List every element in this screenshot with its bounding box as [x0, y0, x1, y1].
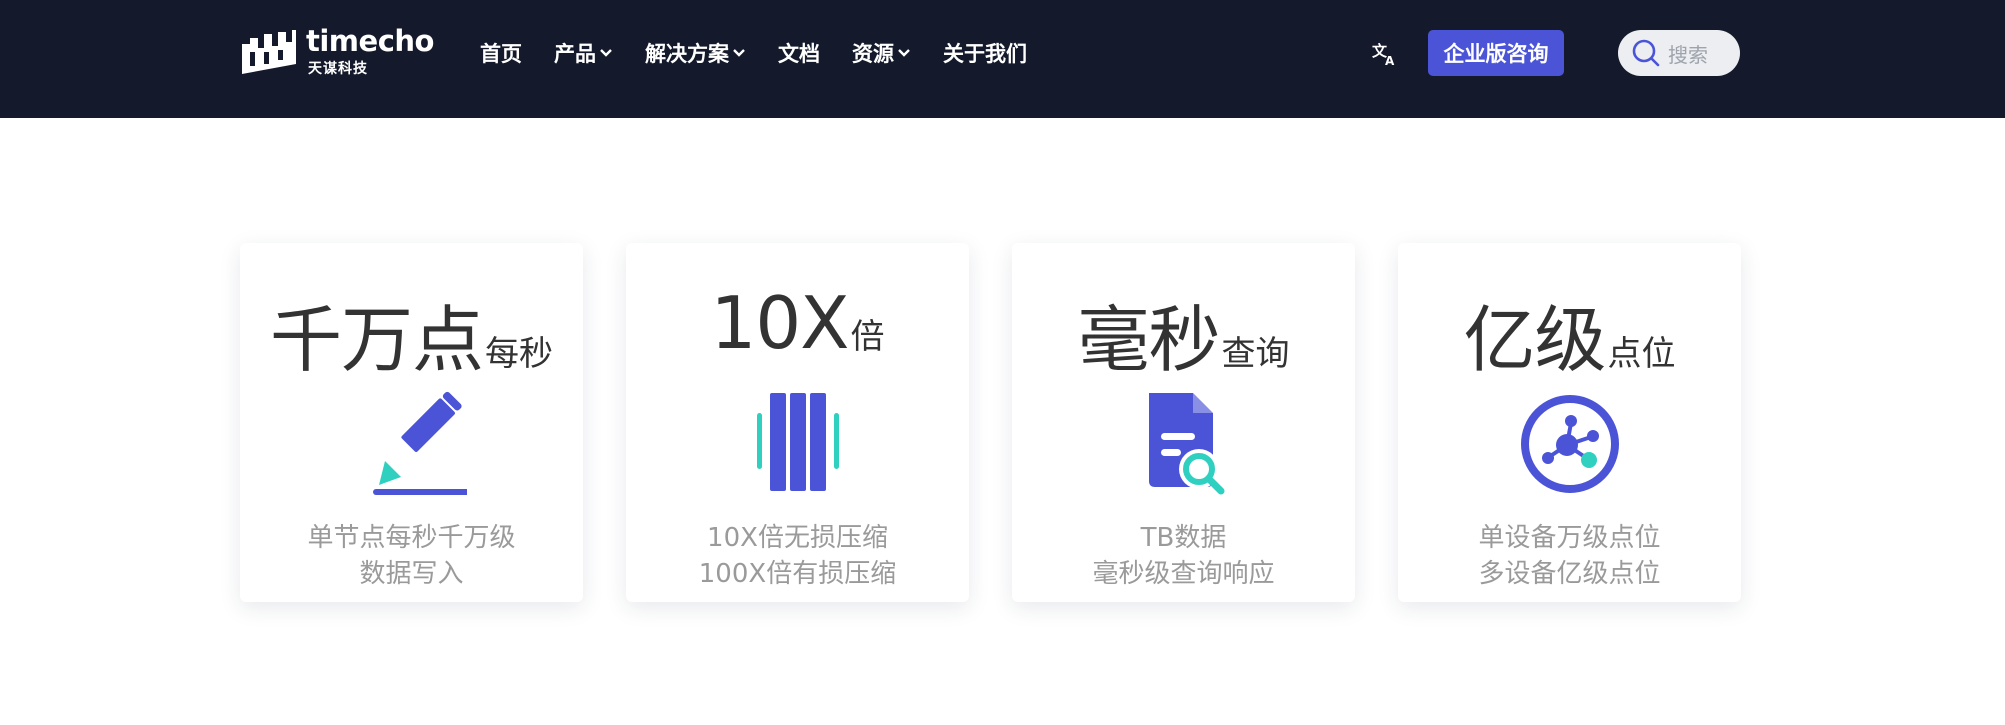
main-nav: 首页 产品 解决方案 文档 资源 关于我们 [480, 0, 1059, 106]
card-description-line: 100X倍有损压缩 [698, 559, 897, 589]
card-description-line: 单设备万级点位 [1478, 523, 1661, 553]
nav-item-label: 文档 [778, 42, 820, 66]
card-description-line: 多设备亿级点位 [1478, 559, 1661, 589]
card-headline-main: 10X [710, 281, 850, 365]
chevron-down-icon [898, 49, 910, 57]
pencil-write-icon [372, 391, 467, 495]
card-description-line: 数据写入 [359, 559, 464, 589]
nav-item-docs[interactable]: 文档 [778, 38, 820, 68]
chevron-down-icon [733, 49, 745, 57]
timecho-logo[interactable]: timecho 天谋科技 [240, 24, 434, 78]
logo-mark-icon [242, 30, 296, 74]
card-headline-unit: 每秒 [485, 334, 553, 374]
nav-item-resources[interactable]: 资源 [852, 38, 911, 68]
nav-item-label: 解决方案 [645, 42, 729, 66]
nav-item-label: 关于我们 [943, 42, 1027, 66]
nav-item-label: 首页 [480, 42, 522, 66]
card-headline-main: 千万点 [269, 298, 484, 382]
network-nodes-icon [1520, 395, 1619, 493]
nav-item-solutions[interactable]: 解决方案 [645, 38, 746, 68]
card-headline: 10X倍 [626, 281, 969, 365]
card-headline: 亿级点位 [1398, 281, 1741, 386]
card-description: TB数据 毫秒级查询响应 [1012, 520, 1355, 592]
card-headline-unit: 倍 [850, 317, 885, 357]
nav-item-label: 产品 [554, 42, 596, 66]
translate-icon[interactable]: 文 A [1372, 41, 1398, 67]
chevron-down-icon [600, 49, 612, 57]
feature-card-query-latency: 毫秒查询 TB数据 毫秒级查询响应 [1012, 243, 1355, 602]
card-headline: 千万点每秒 [240, 281, 583, 386]
logo-wordmark: timecho [306, 24, 434, 58]
card-headline-unit: 点位 [1607, 334, 1676, 374]
card-headline: 毫秒查询 [1012, 281, 1355, 386]
nav-item-home[interactable]: 首页 [480, 38, 522, 68]
card-description-line: TB数据 [1140, 523, 1227, 553]
feature-card-write-throughput: 千万点每秒 单节点每秒千万级 数据写入 [240, 243, 583, 602]
card-description: 单节点每秒千万级 数据写入 [240, 520, 583, 592]
card-description-line: 单节点每秒千万级 [307, 523, 516, 553]
enterprise-consult-button[interactable]: 企业版咨询 [1428, 30, 1564, 76]
card-description-line: 毫秒级查询响应 [1092, 559, 1275, 589]
feature-card-compression: 10X倍 10X倍无损压缩 100X倍有损压缩 [626, 243, 969, 602]
card-description-line: 10X倍无损压缩 [707, 523, 888, 553]
compression-bars-icon [756, 393, 839, 491]
svg-text:A: A [1385, 54, 1395, 67]
search-placeholder: 搜索 [1668, 42, 1708, 67]
card-description: 单设备万级点位 多设备亿级点位 [1398, 520, 1741, 592]
nav-item-label: 资源 [852, 42, 894, 66]
card-description: 10X倍无损压缩 100X倍有损压缩 [626, 520, 969, 592]
card-headline-unit: 查询 [1221, 334, 1290, 374]
search-box[interactable]: 搜索 [1618, 30, 1740, 76]
top-navigation-bar: timecho 天谋科技 首页 产品 解决方案 文档 资源 关于我们 文 A 企… [0, 0, 2005, 118]
nav-item-about[interactable]: 关于我们 [943, 38, 1027, 68]
document-search-icon [1148, 393, 1224, 495]
card-headline-main: 毫秒 [1077, 298, 1220, 382]
search-icon [1632, 39, 1660, 67]
feature-card-data-points: 亿级点位 单设备万级点位 多设备亿级点位 [1398, 243, 1741, 602]
logo-subtitle: 天谋科技 [308, 61, 368, 77]
nav-item-products[interactable]: 产品 [554, 38, 613, 68]
card-headline-main: 亿级 [1463, 298, 1606, 382]
